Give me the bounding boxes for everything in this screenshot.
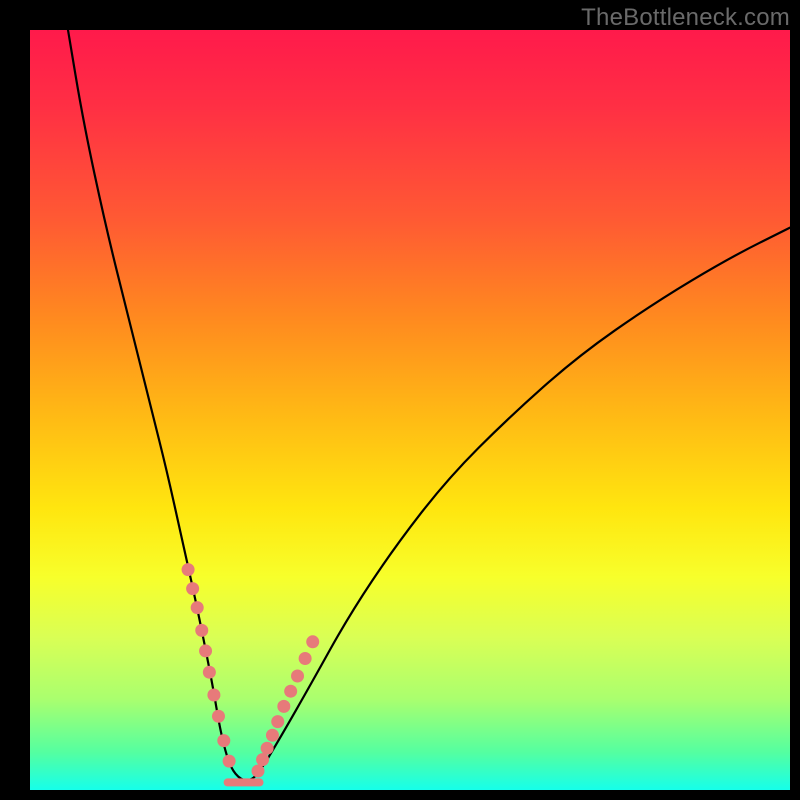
marker-dot [182, 563, 195, 576]
marker-dot [217, 734, 230, 747]
marker-dot [256, 753, 269, 766]
marker-dot [277, 700, 290, 713]
marker-dot [203, 666, 216, 679]
marker-dot [299, 652, 312, 665]
marker-dot [252, 765, 265, 778]
marker-dot [271, 715, 284, 728]
watermark-text: TheBottleneck.com [581, 4, 790, 32]
markers-right [252, 635, 320, 777]
marker-dot [199, 644, 212, 657]
marker-dot [306, 635, 319, 648]
plot-area [30, 30, 790, 790]
marker-dot [207, 689, 220, 702]
marker-dot [212, 710, 225, 723]
marker-dot [191, 601, 204, 614]
chart-svg [30, 30, 790, 790]
marker-dot [291, 670, 304, 683]
bottleneck-curve [68, 30, 790, 781]
marker-dot [186, 582, 199, 595]
marker-dot [195, 624, 208, 637]
marker-dot [266, 729, 279, 742]
marker-dot [223, 755, 236, 768]
marker-dot [284, 685, 297, 698]
chart-frame: TheBottleneck.com [0, 0, 800, 800]
marker-dot [261, 742, 274, 755]
